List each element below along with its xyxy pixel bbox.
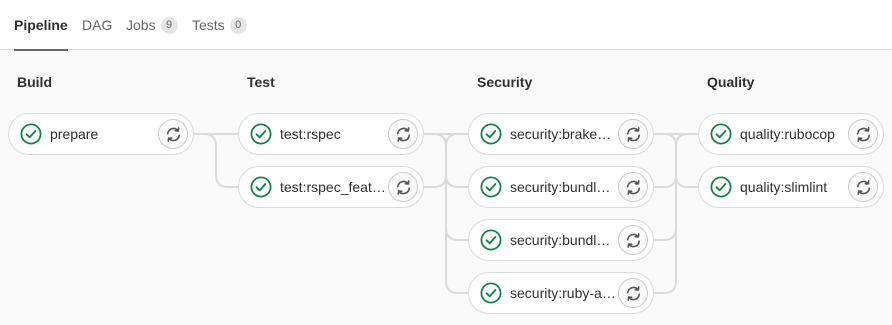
stage-title: Security bbox=[477, 74, 533, 90]
passed-status-icon bbox=[20, 123, 42, 145]
connector-line bbox=[194, 133, 238, 188]
pipeline-tabs: Pipeline DAG Jobs 9 Tests 0 bbox=[0, 0, 892, 51]
connector-line bbox=[654, 133, 698, 188]
passed-status-icon bbox=[480, 282, 502, 304]
job-name: test:rspec bbox=[280, 126, 341, 142]
retry-icon bbox=[625, 179, 642, 196]
pipeline-graph: Build prepare Test test:rspec test:rspec_fea… bbox=[0, 51, 892, 325]
job-name: prepare bbox=[50, 126, 99, 142]
job-name: security:bundle-... bbox=[510, 232, 617, 248]
retry-icon bbox=[165, 126, 182, 143]
passed-status-icon bbox=[710, 123, 732, 145]
stage-title: Quality bbox=[707, 74, 755, 90]
jobs-count-badge: 9 bbox=[160, 16, 178, 34]
tab-label: Pipeline bbox=[14, 17, 68, 33]
retry-icon bbox=[855, 179, 872, 196]
tab-dag[interactable]: DAG bbox=[82, 0, 112, 50]
job-card[interactable]: prepare bbox=[8, 113, 194, 155]
retry-icon bbox=[625, 126, 642, 143]
tab-tests[interactable]: Tests 0 bbox=[192, 0, 247, 50]
job-name: security:bundle-... bbox=[510, 179, 617, 195]
passed-status-icon bbox=[480, 229, 502, 251]
connector-line bbox=[424, 133, 468, 294]
retry-button[interactable] bbox=[388, 172, 418, 202]
tests-count-badge: 0 bbox=[229, 16, 247, 34]
job-name: security:brakem... bbox=[510, 126, 617, 142]
job-card[interactable]: test:rspec_featu... bbox=[238, 166, 424, 208]
retry-icon bbox=[395, 179, 412, 196]
job-card[interactable]: security:ruby-au... bbox=[468, 272, 654, 314]
passed-status-icon bbox=[710, 176, 732, 198]
passed-status-icon bbox=[250, 123, 272, 145]
job-name: security:ruby-au... bbox=[510, 285, 617, 301]
retry-button[interactable] bbox=[848, 119, 878, 149]
stage-title: Build bbox=[17, 74, 52, 90]
tab-label: Jobs bbox=[126, 17, 156, 33]
tab-label: DAG bbox=[82, 17, 113, 33]
tab-pipeline[interactable]: Pipeline bbox=[14, 0, 68, 51]
job-name: quality:rubocop bbox=[740, 126, 835, 142]
job-card[interactable]: quality:rubocop bbox=[698, 113, 884, 155]
retry-button[interactable] bbox=[388, 119, 418, 149]
retry-icon bbox=[855, 126, 872, 143]
job-name: quality:slimlint bbox=[740, 179, 828, 195]
retry-button[interactable] bbox=[848, 172, 878, 202]
retry-button[interactable] bbox=[618, 278, 648, 308]
retry-button[interactable] bbox=[618, 119, 648, 149]
job-card[interactable]: test:rspec bbox=[238, 113, 424, 155]
tab-label: Tests bbox=[192, 17, 225, 33]
retry-icon bbox=[395, 126, 412, 143]
retry-button[interactable] bbox=[618, 225, 648, 255]
job-card[interactable]: quality:slimlint bbox=[698, 166, 884, 208]
job-card[interactable]: security:bundle-... bbox=[468, 166, 654, 208]
retry-icon bbox=[625, 285, 642, 302]
retry-button[interactable] bbox=[158, 119, 188, 149]
retry-icon bbox=[625, 232, 642, 249]
passed-status-icon bbox=[250, 176, 272, 198]
tab-jobs[interactable]: Jobs 9 bbox=[126, 0, 178, 50]
job-name: test:rspec_featu... bbox=[280, 179, 387, 195]
retry-button[interactable] bbox=[618, 172, 648, 202]
stage-title: Test bbox=[247, 74, 275, 90]
passed-status-icon bbox=[480, 123, 502, 145]
job-card[interactable]: security:bundle-... bbox=[468, 219, 654, 261]
job-card[interactable]: security:brakem... bbox=[468, 113, 654, 155]
passed-status-icon bbox=[480, 176, 502, 198]
